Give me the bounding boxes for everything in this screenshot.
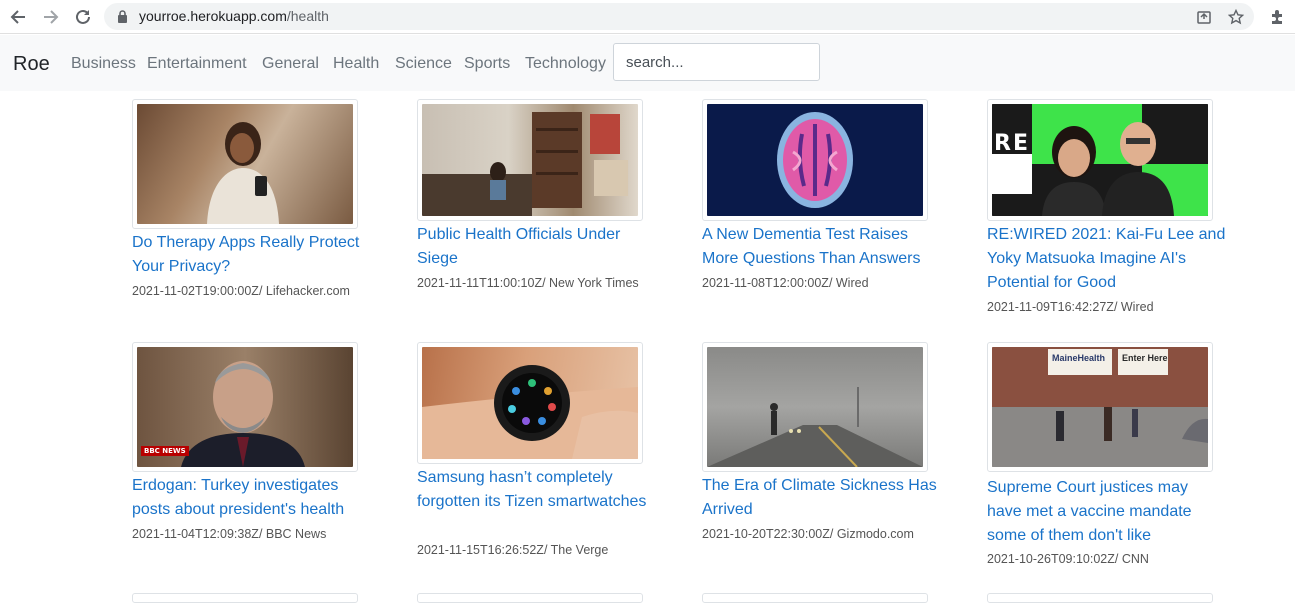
article-thumbnail[interactable]: RE W [987,99,1213,221]
article-thumbnail-partial[interactable] [132,593,358,603]
article-thumbnail[interactable] [702,99,928,221]
article-thumbnail[interactable] [417,99,643,221]
nav-business[interactable]: Business [71,54,136,74]
rewired-logo-text: RE W [994,131,1030,184]
article-meta: 2021-11-08T12:00:00Z/ Wired [702,276,869,290]
site-navbar: Roe Business Entertainment General Healt… [0,35,1295,91]
article-thumbnail-partial[interactable] [702,593,928,603]
article-title-link[interactable]: A New Dementia Test Raises More Question… [702,223,942,271]
url-text: yourroe.herokuapp.com/health [139,8,329,24]
article-thumbnail[interactable]: BBC NEWS [132,342,358,472]
article-title-link[interactable]: The Era of Climate Sickness Has Arrived [702,474,942,522]
brand-logo[interactable]: Roe [13,52,50,76]
nav-technology[interactable]: Technology [525,54,606,74]
article-meta: 2021-11-11T11:00:10Z/ New York Times [417,276,639,290]
nav-general[interactable]: General [262,54,319,74]
article-meta: 2021-10-26T09:10:02Z/ CNN [987,552,1149,566]
nav-science[interactable]: Science [395,54,452,74]
enter-here-sign: Enter Here [1122,353,1168,363]
nav-health[interactable]: Health [333,54,379,74]
article-meta: 2021-11-09T16:42:27Z/ Wired [987,300,1154,314]
article-meta: 2021-11-02T19:00:00Z/ Lifehacker.com [132,284,350,298]
article-meta: 2021-11-04T12:09:38Z/ BBC News [132,527,327,541]
search-input[interactable] [613,43,820,81]
nav-sports[interactable]: Sports [464,54,510,74]
url-path: /health [286,8,329,24]
bbc-news-logo: BBC NEWS [141,446,189,456]
article-thumbnail[interactable] [702,342,928,472]
lock-icon [117,10,128,28]
back-icon[interactable] [7,6,29,28]
address-bar[interactable]: yourroe.herokuapp.com/health [104,3,1254,30]
article-thumbnail-partial[interactable] [987,593,1213,603]
article-title-link[interactable]: Erdogan: Turkey investigates posts about… [132,474,372,522]
article-title-link[interactable]: Do Therapy Apps Really Protect Your Priv… [132,231,372,279]
forward-icon[interactable] [40,6,62,28]
extensions-icon[interactable] [1266,6,1288,28]
article-title-link[interactable]: Samsung hasn’t completely forgotten its … [417,466,657,514]
article-thumbnail[interactable] [417,342,643,464]
article-meta: 2021-11-15T16:26:52Z/ The Verge [417,543,609,557]
browser-toolbar: yourroe.herokuapp.com/health [0,0,1295,34]
article-title-link[interactable]: RE:WIRED 2021: Kai-Fu Lee and Yoky Matsu… [987,223,1227,295]
article-thumbnail-partial[interactable] [417,593,643,603]
url-host: yourroe.herokuapp.com [139,8,287,24]
reload-icon[interactable] [72,6,94,28]
article-thumbnail[interactable]: MaineHealth Enter Here [987,342,1213,472]
article-meta: 2021-10-20T22:30:00Z/ Gizmodo.com [702,527,914,541]
article-title-link[interactable]: Public Health Officials Under Siege [417,223,657,271]
share-icon[interactable] [1196,9,1212,30]
article-thumbnail[interactable] [132,99,358,229]
nav-entertainment[interactable]: Entertainment [147,54,247,74]
article-title-link[interactable]: Supreme Court justices may have met a va… [987,476,1227,548]
mainehealth-sign: MaineHealth [1052,353,1106,363]
bookmark-star-icon[interactable] [1227,8,1245,30]
